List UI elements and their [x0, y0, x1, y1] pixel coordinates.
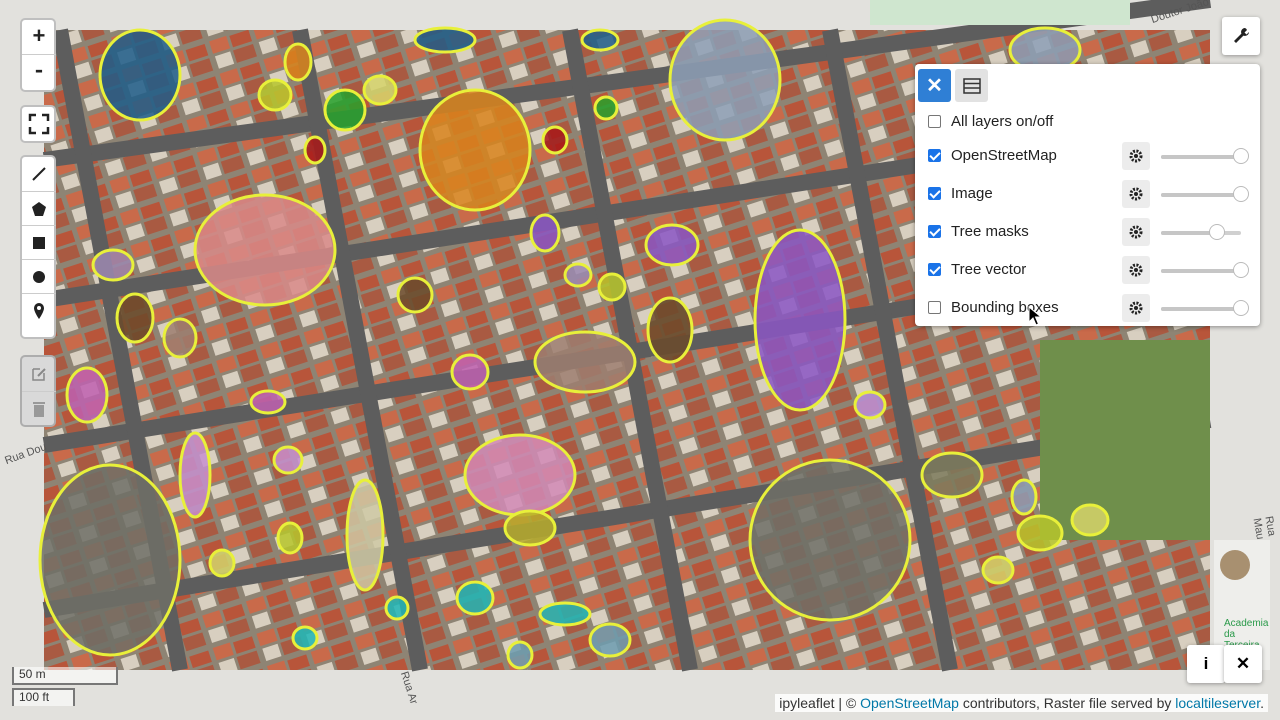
fullscreen-button[interactable] — [22, 107, 56, 141]
layer-checkbox[interactable] — [928, 263, 941, 276]
draw-marker-button[interactable] — [22, 293, 56, 327]
layer-row-tree-vector: Tree vector — [926, 256, 1256, 286]
edit-layers-button[interactable] — [22, 357, 56, 391]
gear-icon — [1129, 301, 1143, 315]
gear-icon — [1129, 187, 1143, 201]
attribution-middle: contributors, Raster file served by — [958, 695, 1176, 711]
attribution-prefix: ipyleaflet | © — [779, 695, 861, 711]
delete-layers-button[interactable] — [22, 391, 56, 425]
layer-settings-button[interactable] — [1122, 142, 1150, 170]
slider-handle[interactable] — [1233, 148, 1249, 164]
polyline-icon — [32, 167, 46, 181]
polygon-icon — [32, 201, 46, 216]
rectangle-icon — [33, 236, 45, 249]
circle-icon — [33, 270, 45, 283]
layers-close-button[interactable]: ✕ — [918, 69, 951, 102]
draw-toolbar — [20, 155, 56, 339]
layer-label: Bounding boxes — [951, 299, 1059, 316]
layer-settings-button[interactable] — [1122, 256, 1150, 284]
gear-icon — [1129, 263, 1143, 277]
slider-handle[interactable] — [1233, 300, 1249, 316]
poi-avatar — [1220, 550, 1250, 580]
scale-imperial: 100 ft — [12, 688, 75, 706]
layer-row-openstreetmap: OpenStreetMap — [926, 142, 1256, 172]
edit-icon — [32, 368, 46, 381]
trash-icon — [33, 401, 45, 417]
zoom-control: + - — [20, 18, 56, 92]
layer-label: Tree vector — [951, 261, 1027, 278]
layer-checkbox[interactable] — [928, 225, 941, 238]
fullscreen-icon — [28, 113, 50, 135]
layer-opacity-slider[interactable] — [1161, 300, 1249, 316]
slider-handle[interactable] — [1233, 186, 1249, 202]
gear-icon — [1129, 149, 1143, 163]
layer-row-bounding-boxes: Bounding boxes — [926, 294, 1256, 324]
mouse-cursor-icon — [1028, 306, 1042, 326]
osm-link[interactable]: OpenStreetMap — [860, 695, 959, 711]
gear-icon — [1129, 225, 1143, 239]
layer-settings-button[interactable] — [1122, 294, 1150, 322]
layer-opacity-slider[interactable] — [1161, 262, 1249, 278]
draw-polygon-button[interactable] — [22, 191, 56, 225]
layer-opacity-slider[interactable] — [1161, 186, 1249, 202]
layers-toggle-button[interactable] — [955, 69, 988, 102]
attribution-bar: ipyleaflet | © OpenStreetMap contributor… — [775, 694, 1268, 712]
layer-checkbox[interactable] — [928, 187, 941, 200]
wrench-icon — [1234, 28, 1249, 43]
close-widget-button[interactable]: ✕ — [1224, 645, 1262, 683]
info-button[interactable]: i — [1187, 645, 1225, 683]
localtileserver-link[interactable]: localtileserver — [1175, 695, 1260, 711]
scale-metric: 50 m — [12, 667, 118, 685]
draw-rectangle-button[interactable] — [22, 225, 56, 259]
layer-label: Image — [951, 185, 993, 202]
layer-row-image: Image — [926, 180, 1256, 210]
layer-checkbox[interactable] — [928, 301, 941, 314]
layer-label: Tree masks — [951, 223, 1029, 240]
all-layers-label: All layers on/off — [951, 113, 1054, 130]
layer-label: OpenStreetMap — [951, 147, 1057, 164]
layer-opacity-slider[interactable] — [1161, 224, 1241, 240]
all-layers-toggle[interactable]: All layers on/off — [926, 108, 1256, 138]
marker-icon — [34, 302, 44, 319]
wrench-button[interactable] — [1222, 17, 1260, 55]
fullscreen-control — [20, 105, 56, 143]
attribution-suffix: . — [1260, 695, 1264, 711]
slider-handle[interactable] — [1233, 262, 1249, 278]
edit-toolbar — [20, 355, 56, 427]
layer-settings-button[interactable] — [1122, 180, 1150, 208]
layer-row-tree-masks: Tree masks — [926, 218, 1256, 248]
all-layers-checkbox[interactable] — [928, 115, 941, 128]
zoom-in-button[interactable]: + — [22, 20, 56, 54]
layers-list-icon — [962, 77, 981, 94]
zoom-out-button[interactable]: - — [22, 54, 56, 88]
draw-polyline-button[interactable] — [22, 157, 56, 191]
draw-circle-button[interactable] — [22, 259, 56, 293]
layer-settings-button[interactable] — [1122, 218, 1150, 246]
layer-opacity-slider[interactable] — [1161, 148, 1249, 164]
slider-handle[interactable] — [1209, 224, 1225, 240]
layer-checkbox[interactable] — [928, 149, 941, 162]
street-label: Rua Mau — [1250, 515, 1278, 541]
